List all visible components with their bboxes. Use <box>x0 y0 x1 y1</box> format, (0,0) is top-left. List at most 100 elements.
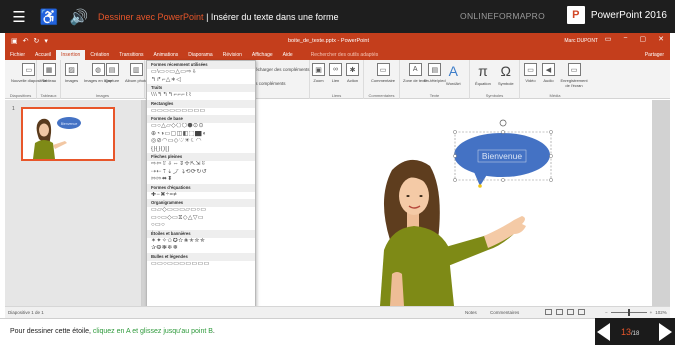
user-name[interactable]: Marc DUPONT <box>564 38 598 44</box>
instruction-highlight: cliquez en A et glissez jusqu'au point B <box>92 328 213 335</box>
shapes-row[interactable]: ▭▱◇▭▭▭▱▭○▭ <box>147 207 255 215</box>
picture-icon: ▨ <box>65 63 79 76</box>
slideshow-icon[interactable] <box>578 309 585 315</box>
normal-view-icon[interactable] <box>545 309 552 315</box>
tab-revision[interactable]: Révision <box>218 50 247 60</box>
tab-diaporama[interactable]: Diaporama <box>183 50 217 60</box>
customize-icon[interactable]: ▾ <box>44 37 48 45</box>
store-addins-label: Télécharger des compléments <box>249 66 310 72</box>
resize-handle[interactable] <box>549 178 553 182</box>
group-label-tables: Tableaux <box>40 93 57 98</box>
current-page: 13 <box>621 327 632 337</box>
redo-icon[interactable]: ↻ <box>34 37 40 45</box>
course-top-bar: ☰ ♿ 🔊 Dessiner avec PowerPoint | Insérer… <box>0 0 675 33</box>
zoom-out-icon[interactable]: − <box>605 310 608 315</box>
comment-label: Commentaire <box>371 78 396 83</box>
shapes-row[interactable]: ▭○▭◇▭⧖◇△▽▭ <box>147 215 255 223</box>
shapes-row[interactable]: {}{}()[] <box>147 146 255 154</box>
ribbon-options-icon[interactable]: ▭ <box>605 35 612 43</box>
resize-handle[interactable] <box>501 130 505 134</box>
equation-button[interactable]: π Équation <box>475 63 491 86</box>
action-button[interactable]: ✱ Action <box>346 63 359 83</box>
slide-thumbnail[interactable]: Bienvenue <box>21 107 115 161</box>
tab-creation[interactable]: Création <box>85 50 114 60</box>
ribbon-tabs: Fichier Accueil Insertion Création Trans… <box>5 49 670 60</box>
shapes-row[interactable]: ✰❂❃❄❅ <box>147 245 255 253</box>
tell-me-search[interactable]: Rechercher des outils adaptés <box>306 50 384 60</box>
video-button[interactable]: ▭ Vidéo <box>524 63 537 83</box>
resize-handle[interactable] <box>453 154 457 158</box>
quick-access-toolbar: ▣ ↶ ↻ ▾ <box>11 37 48 45</box>
shapes-row[interactable]: ✶✦✧✩✪✫✬✭✮✯ <box>147 238 255 246</box>
zoom-slider-knob[interactable] <box>627 309 630 316</box>
tab-transitions[interactable]: Transitions <box>114 50 148 60</box>
course-title-chapter: Dessiner avec PowerPoint <box>98 11 204 22</box>
action-label: Action <box>346 78 359 83</box>
zoom-button[interactable]: ▣ Zoom <box>312 63 325 83</box>
slide-canvas[interactable]: Bienvenue <box>252 100 652 306</box>
group-label-comments: Commentaires <box>368 93 395 98</box>
resize-handle[interactable] <box>453 130 457 134</box>
zoom-in-icon[interactable]: + <box>650 310 653 315</box>
screen-recording-button[interactable]: ▭ Enregistrement de l'écran <box>560 63 588 88</box>
notes-button[interactable]: Notes <box>465 310 477 315</box>
link-button[interactable]: ∞ Lien <box>329 63 342 83</box>
table-button[interactable]: ▦ Tableau <box>42 63 56 83</box>
previous-arrow-icon[interactable] <box>597 323 610 341</box>
shapes-row[interactable]: ⇢⇠⇡⇣⤴⤵⟲⟳↻↺ <box>147 169 255 177</box>
audio-icon[interactable]: 🔊 <box>68 6 90 28</box>
resize-handle[interactable] <box>549 154 553 158</box>
header-footer-button[interactable]: ▤ En-tête/pied <box>424 63 446 83</box>
comments-button[interactable]: Commentaires <box>490 310 519 315</box>
share-button[interactable]: Partager <box>639 50 670 60</box>
shapes-row[interactable]: ○▭○ <box>147 222 255 230</box>
tab-animations[interactable]: Animations <box>149 50 184 60</box>
shapes-section-rectangles: Rectangles ▭▭▭▭▭▭▭▭▭ <box>147 99 255 116</box>
tab-fichier[interactable]: Fichier <box>5 50 30 60</box>
shapes-row[interactable]: ▭▭○▭▭▭▭▭▭▭ <box>147 261 255 269</box>
images-button[interactable]: ▨ Images <box>65 63 78 83</box>
undo-icon[interactable]: ↶ <box>23 37 29 45</box>
close-icon[interactable]: ✕ <box>658 35 664 43</box>
minimize-icon[interactable]: − <box>623 35 627 43</box>
shapes-row[interactable]: ▭▭▭▭▭▭▭▭▭ <box>147 108 255 116</box>
next-arrow-icon[interactable] <box>659 323 672 341</box>
tab-insertion[interactable]: Insertion <box>56 50 86 60</box>
rotate-handle[interactable] <box>499 119 507 127</box>
slide-sorter-icon[interactable] <box>556 309 563 315</box>
tail-adjust-handle[interactable] <box>478 184 482 188</box>
resize-handle[interactable] <box>501 178 505 182</box>
shapes-row[interactable]: ⇰⇰⬌⬍ <box>147 176 255 184</box>
tab-accueil[interactable]: Accueil <box>30 50 56 60</box>
maximize-icon[interactable]: ▢ <box>640 35 647 43</box>
group-label-media: Média <box>549 93 561 98</box>
zoom-slider[interactable] <box>610 309 647 316</box>
shapes-row[interactable]: ⇨⇦⇧⇩⇔⇕✢⇱⇲⇳ <box>147 161 255 169</box>
shapes-row[interactable]: ✚−✖÷=≠ <box>147 192 255 200</box>
group-label-symbols: Symboles <box>485 93 504 98</box>
shapes-row[interactable]: \\\↰↰↰⌐⌐⌐⌇⌇ <box>147 92 255 100</box>
shapes-row[interactable]: ▭○△▱◇⬠⬡⬢⊙⊙ <box>147 123 255 131</box>
menu-icon[interactable]: ☰ <box>8 6 30 28</box>
resize-handle[interactable] <box>453 178 457 182</box>
screenshot-icon: ▤ <box>105 63 119 76</box>
screenshot-button[interactable]: ▤ Capture <box>105 63 119 83</box>
tab-affichage[interactable]: Affichage <box>247 50 278 60</box>
resize-handle[interactable] <box>549 130 553 134</box>
shapes-row[interactable]: ⊕◔◑▭▢◫◧⬚⬛◐ <box>147 131 255 139</box>
save-icon[interactable]: ▣ <box>11 37 18 45</box>
symbol-button[interactable]: Ω Symbole <box>498 63 514 86</box>
online-picture-icon: ◍ <box>91 63 105 76</box>
course-title: Dessiner avec PowerPoint | Insérer du te… <box>98 12 338 22</box>
instruction-text: Pour dessiner cette étoile, cliquez en A… <box>10 328 215 335</box>
zoom-level[interactable]: 102% <box>655 310 667 315</box>
wordart-button[interactable]: A WordArt <box>446 63 461 86</box>
tab-aide[interactable]: Aide <box>278 50 298 60</box>
accessibility-icon[interactable]: ♿ <box>38 6 60 28</box>
audio-button[interactable]: ◀ Audio <box>542 63 555 83</box>
shapes-row[interactable]: ◎⊘◠▭◇♡☀☾◜◝ <box>147 138 255 146</box>
reading-view-icon[interactable] <box>567 309 574 315</box>
shapes-row[interactable]: ↰↱⌐△∗◁ <box>147 77 255 85</box>
comment-button[interactable]: ▭ Commentaire <box>371 63 395 83</box>
shapes-row[interactable]: ▭\▭○▭△▭⇨⇩ <box>147 69 255 77</box>
